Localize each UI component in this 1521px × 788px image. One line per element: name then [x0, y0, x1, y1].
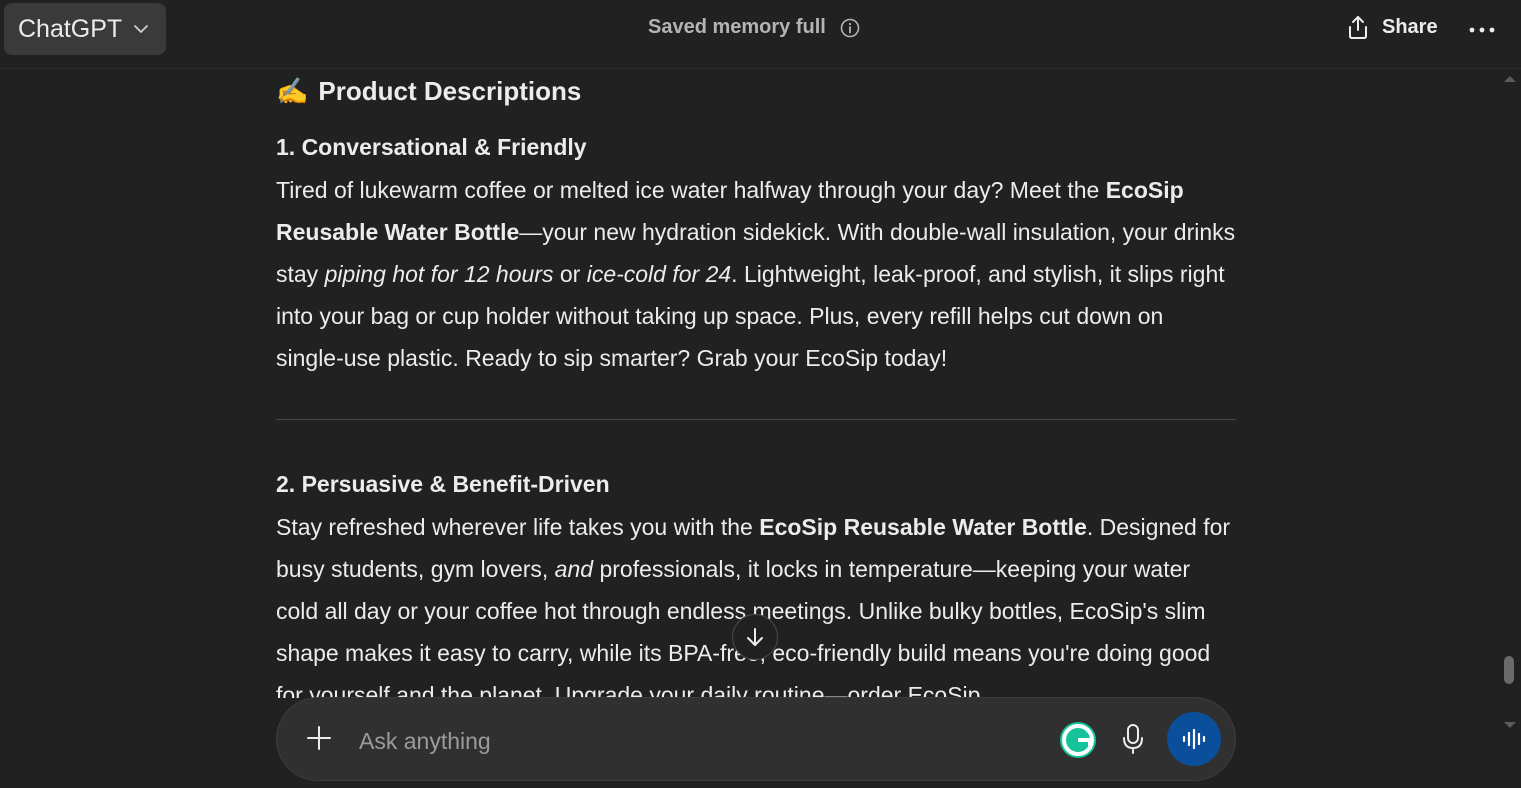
scroll-up-arrow-icon[interactable] — [1500, 72, 1520, 86]
voice-mode-button[interactable] — [1167, 712, 1221, 766]
model-label: ChatGPT — [18, 14, 123, 43]
voice-mode-icon — [1182, 728, 1206, 750]
divider — [276, 419, 1236, 420]
microphone-icon[interactable] — [1119, 722, 1147, 756]
grammarly-icon[interactable] — [1059, 721, 1097, 759]
share-icon — [1349, 16, 1367, 39]
description-body-2: Stay refreshed wherever life takes you w… — [276, 514, 1231, 698]
more-horizontal-icon[interactable] — [1466, 18, 1498, 42]
memory-status-label: Saved memory full — [648, 16, 826, 38]
info-icon[interactable] — [840, 18, 860, 38]
scroll-thumb[interactable] — [1504, 656, 1514, 684]
description-body-1: Tired of lukewarm coffee or melted ice w… — [276, 177, 1236, 371]
share-button[interactable]: Share — [1346, 14, 1438, 40]
prompt-input[interactable] — [357, 720, 1041, 762]
top-bar: ChatGPT Saved memory full Share — [0, 0, 1521, 69]
scroll-to-bottom-button[interactable] — [732, 614, 778, 660]
description-title-1: 1. Conversational & Friendly — [276, 134, 587, 160]
scrollbar[interactable] — [1500, 68, 1520, 738]
description-title-2: 2. Persuasive & Benefit-Driven — [276, 471, 610, 497]
composer — [276, 697, 1236, 781]
plus-icon[interactable] — [303, 722, 335, 754]
writing-hand-icon: ✍️ — [276, 76, 309, 106]
chevron-down-icon — [134, 25, 149, 33]
section-heading: ✍️ Product Descriptions — [276, 76, 581, 107]
memory-status[interactable]: Saved memory full — [648, 16, 860, 39]
model-selector-button[interactable]: ChatGPT — [4, 3, 167, 55]
heading-text: Product Descriptions — [318, 76, 582, 106]
share-label: Share — [1382, 15, 1438, 38]
arrow-down-icon — [747, 628, 763, 646]
scroll-down-arrow-icon[interactable] — [1500, 718, 1520, 732]
